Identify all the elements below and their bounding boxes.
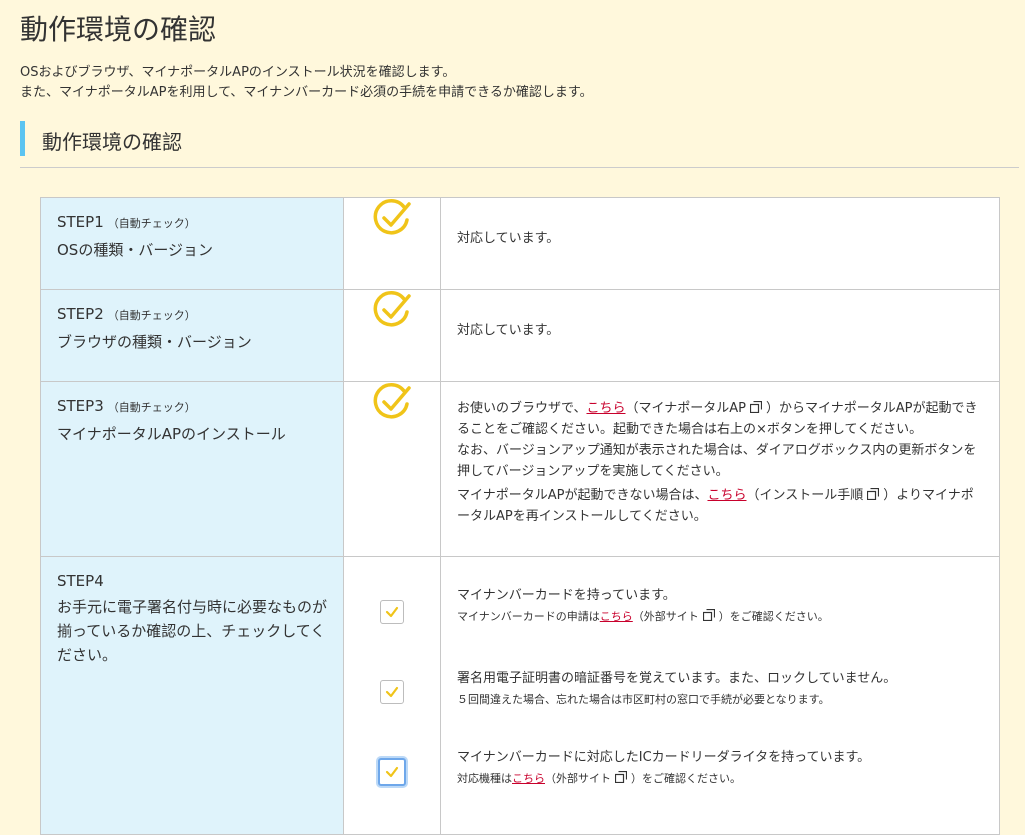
supported-models-link[interactable]: こちら (512, 772, 545, 785)
step-subtitle: ブラウザの種類・バージョン (57, 333, 252, 351)
step-row-2: STEP2 （自動チェック） ブラウザの種類・バージョン 対応しています。 (40, 289, 1000, 382)
intro-text: OSおよびブラウザ、マイナポータルAPのインストール状況を確認します。 また、マ… (20, 63, 593, 103)
check-item-text: マイナンバーカードを持っています。 (457, 588, 676, 603)
auto-check-label: （自動チェック） (107, 217, 196, 230)
step-desc-cell: 対応しています。 (440, 197, 1000, 290)
page-title: 動作環境の確認 (20, 13, 217, 46)
step-status-text: 対応しています。 (457, 323, 560, 338)
check-item-1: マイナンバーカードを持っています。 マイナンバーカードの申請はこちら（外部サイト… (457, 585, 829, 627)
step-label-cell: STEP2 （自動チェック） ブラウザの種類・バージョン (40, 289, 344, 382)
step-status-text: 対応しています。 (457, 231, 560, 246)
section-accent-bar (20, 121, 25, 156)
check-circle-icon (373, 291, 411, 327)
check-item-text: マイナンバーカードに対応したICカードリーダライタを持っています。 (457, 750, 871, 765)
card-owned-checkbox[interactable] (380, 600, 404, 624)
card-application-link[interactable]: こちら (600, 610, 633, 623)
checkmark-icon (385, 606, 399, 618)
app-launch-link[interactable]: こちら (586, 401, 625, 416)
step-status-cell (343, 381, 441, 557)
step-row-3: STEP3 （自動チェック） マイナポータルAPのインストール お使いのブラウザで… (40, 381, 1000, 557)
step-row-4: STEP4 お手元に電子署名付与時に必要なものが揃っているか確認の上、チェックし… (40, 556, 1000, 835)
section-title: 動作環境の確認 (42, 130, 182, 154)
external-window-icon (749, 401, 762, 413)
intro-line-2: また、マイナポータルAPを利用して、マイナンバーカード必須の手続を申請できるか確… (20, 85, 593, 100)
step3-paragraph-2: なお、バージョンアップ通知が表示された場合は、ダイアログボックス内の更新ボタンを… (457, 443, 977, 479)
step-name: STEP4 (57, 572, 104, 590)
step-label-cell: STEP1 （自動チェック） OSの種類・バージョン (40, 197, 344, 290)
card-reader-checkbox[interactable] (378, 758, 406, 786)
checkmark-icon (385, 766, 399, 778)
check-item-note: 対応機種はこちら（外部サイト ）をご確認ください。 (457, 771, 741, 785)
external-window-icon (867, 488, 880, 500)
check-item-note: ５回間違えた場合、忘れた場合は市区町村の窓口で手続が必要となります。 (457, 693, 830, 706)
check-circle-icon (373, 383, 411, 419)
auto-check-label: （自動チェック） (107, 309, 196, 322)
checkmark-icon (385, 686, 399, 698)
step-label-cell: STEP3 （自動チェック） マイナポータルAPのインストール (40, 381, 344, 557)
external-window-icon (615, 771, 627, 783)
step-checkbox-cell (343, 556, 441, 835)
step3-paragraph-1: お使いのブラウザで、こちら（マイナポータルAP ）からマイナポータルAPが起動でき… (457, 401, 978, 437)
check-item-3: マイナンバーカードに対応したICカードリーダライタを持っています。 対応機種はこ… (457, 747, 870, 789)
step-desc-cell: マイナンバーカードを持っています。 マイナンバーカードの申請はこちら（外部サイト… (440, 556, 1000, 835)
step-desc-cell: お使いのブラウザで、こちら（マイナポータルAP ）からマイナポータルAPが起動でき… (440, 381, 1000, 557)
step-subtitle: マイナポータルAPのインストール (57, 425, 286, 443)
step-name: STEP2 (57, 305, 104, 323)
section-header: 動作環境の確認 (20, 121, 1019, 168)
check-item-note: マイナンバーカードの申請はこちら（外部サイト ）をご確認ください。 (457, 609, 829, 623)
auto-check-label: （自動チェック） (107, 401, 196, 414)
step3-paragraph-3: マイナポータルAPが起動できない場合は、こちら（インストール手順 ）よりマイナポー… (457, 488, 974, 524)
install-guide-link[interactable]: こちら (707, 488, 746, 503)
step-status-cell (343, 289, 441, 382)
step-status-cell (343, 197, 441, 290)
step-name: STEP1 (57, 213, 104, 231)
step-desc-cell: 対応しています。 (440, 289, 1000, 382)
step-subtitle: OSの種類・バージョン (57, 241, 214, 259)
intro-line-1: OSおよびブラウザ、マイナポータルAPのインストール状況を確認します。 (20, 65, 456, 80)
check-circle-icon (373, 199, 411, 235)
step-subtitle: お手元に電子署名付与時に必要なものが揃っているか確認の上、チェックしてください。 (57, 598, 328, 664)
step-name: STEP3 (57, 397, 104, 415)
step-row-1: STEP1 （自動チェック） OSの種類・バージョン 対応しています。 (40, 197, 1000, 290)
check-item-text: 署名用電子証明書の暗証番号を覚えています。また、ロックしていません。 (457, 671, 897, 686)
check-item-2: 署名用電子証明書の暗証番号を覚えています。また、ロックしていません。 ５回間違え… (457, 668, 896, 710)
pin-remembered-checkbox[interactable] (380, 680, 404, 704)
external-window-icon (702, 609, 715, 621)
step-label-cell: STEP4 お手元に電子署名付与時に必要なものが揃っているか確認の上、チェックし… (40, 556, 344, 835)
steps-table: STEP1 （自動チェック） OSの種類・バージョン 対応しています。 STEP2… (40, 197, 1000, 835)
